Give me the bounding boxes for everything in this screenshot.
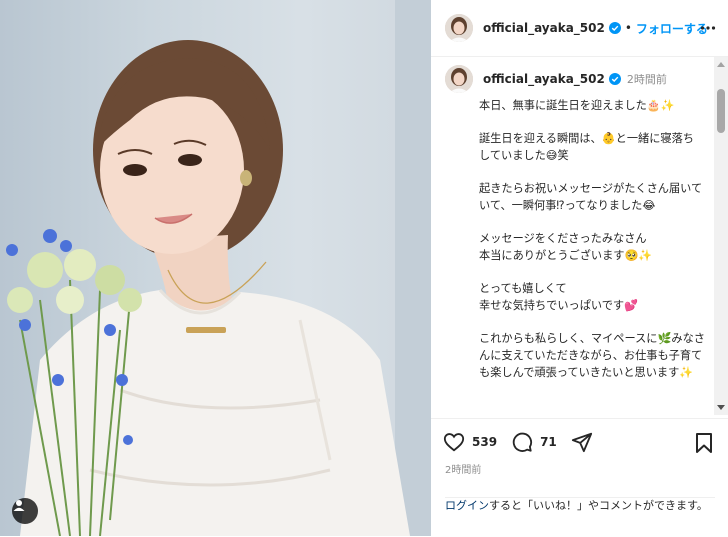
scroll-down-arrow-icon[interactable]: [717, 405, 725, 410]
caption-text: 本日、無事に誕生日を迎えました🎂✨ 誕生日を迎える瞬間は、👶と一緒に寝落ちしてい…: [479, 97, 705, 397]
scrollbar-thumb[interactable]: [717, 89, 725, 133]
login-link[interactable]: ログイン: [445, 499, 489, 512]
comment-bubble-icon[interactable]: [511, 431, 533, 453]
heart-icon[interactable]: [443, 431, 465, 453]
comment-count[interactable]: 71: [540, 435, 557, 449]
separator-dot: •: [624, 21, 632, 35]
bookmark-icon[interactable]: [694, 432, 714, 454]
paper-plane-icon[interactable]: [571, 431, 593, 453]
verified-badge-icon: [608, 73, 621, 85]
login-prompt-text: すると「いいね！」やコメントができます。: [489, 499, 708, 512]
more-options-icon[interactable]: [700, 20, 716, 36]
post-header: official_ayaka_502 • フォローする: [431, 0, 728, 57]
follow-button[interactable]: フォローする: [636, 20, 708, 37]
like-count[interactable]: 539: [472, 435, 497, 449]
avatar[interactable]: [445, 14, 473, 42]
verified-badge-icon: [608, 22, 621, 34]
caption-area[interactable]: official_ayaka_502 2時間前 本日、無事に誕生日を迎えました🎂…: [431, 57, 728, 415]
caption-paragraph: 誕生日を迎える瞬間は、👶と一緒に寝落ちしていました😅笑: [479, 132, 694, 162]
caption-avatar[interactable]: [445, 65, 473, 93]
scroll-up-arrow-icon[interactable]: [717, 62, 725, 67]
post-photo[interactable]: [0, 0, 431, 536]
post-side-panel: official_ayaka_502 • フォローする official_aya: [431, 0, 728, 536]
caption-paragraph: 起きたらお祝いメッセージがたくさん届いていて、一瞬何事⁉︎ってなりました😂: [479, 182, 703, 212]
caption-paragraph: メッセージをくださったみなさん 本当にありがとうございます🥺✨: [479, 232, 653, 262]
caption-author-row: official_ayaka_502 2時間前: [445, 65, 667, 93]
caption-scrollbar[interactable]: [714, 57, 728, 415]
caption-username[interactable]: official_ayaka_502: [483, 72, 605, 86]
post-timestamp[interactable]: 2時間前: [445, 461, 481, 476]
post-actions: 539 71 2時間前 ログインすると「いいね！」やコメントができます。: [431, 418, 728, 537]
caption-paragraph: とっても嬉しくて 幸せな気持ちでいっぱいです💕: [479, 282, 639, 312]
login-prompt: ログインすると「いいね！」やコメントができます。: [445, 497, 715, 514]
caption-paragraph: 本日、無事に誕生日を迎えました🎂✨: [479, 99, 675, 112]
caption-time[interactable]: 2時間前: [627, 71, 667, 87]
header-username[interactable]: official_ayaka_502: [483, 21, 605, 35]
caption-paragraph: これからも私らしく、マイペースに🌿みなさんに支えていただきながら、お仕事も子育て…: [479, 332, 705, 379]
photo-illustration: [6, 0, 431, 536]
user-tag-icon[interactable]: [12, 498, 38, 524]
action-row: 539 71: [443, 431, 593, 453]
